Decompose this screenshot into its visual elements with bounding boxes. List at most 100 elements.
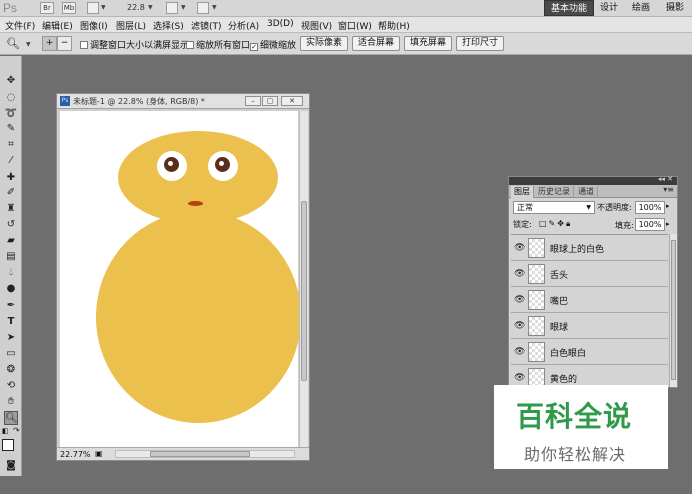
workspace-photography[interactable]: 摄影	[660, 0, 690, 16]
visibility-eye-icon[interactable]: 👁︎	[514, 243, 525, 253]
shape-tool-icon[interactable]: ▭	[4, 347, 18, 361]
chevron-down-icon[interactable]: ▼	[148, 4, 153, 11]
zoom-level-readout[interactable]: 22.8	[127, 3, 145, 12]
document-vertical-scrollbar[interactable]	[299, 111, 308, 447]
resize-windows-label: 调整窗口大小以满屏显示	[90, 41, 190, 51]
menu-analysis[interactable]: 分析(A)	[228, 19, 259, 32]
zoom-all-windows-checkbox[interactable]: 缩放所有窗口	[186, 38, 250, 51]
document-zoom-field[interactable]: 22.77%	[60, 450, 91, 459]
panel-menu-icon[interactable]: ▾≡	[663, 185, 674, 194]
healing-brush-tool-icon[interactable]: ✚	[4, 171, 18, 185]
visibility-eye-icon[interactable]: 👁︎	[514, 295, 525, 305]
chevron-down-icon[interactable]: ▼	[181, 4, 186, 11]
move-tool-icon[interactable]: ✥	[4, 74, 18, 88]
quick-select-tool-icon[interactable]: ✎	[4, 122, 18, 136]
bridge-button[interactable]: Br	[40, 2, 54, 14]
workspace-painting[interactable]: 绘画	[626, 0, 656, 16]
lock-options-icon[interactable]: □✎✥🔒︎	[539, 219, 572, 229]
opacity-field[interactable]: 100%	[635, 201, 665, 214]
collapse-panel-icon[interactable]: ◂◂ ✕	[658, 175, 673, 183]
chevron-right-icon[interactable]: ▸	[666, 202, 670, 210]
layer-row[interactable]: 👁︎ 白色眼白	[511, 339, 668, 365]
workspace-design[interactable]: 设计	[594, 0, 624, 16]
visibility-eye-icon[interactable]: 👁︎	[514, 269, 525, 279]
menu-3d[interactable]: 3D(D)	[267, 19, 294, 29]
visibility-eye-icon[interactable]: 👁︎	[514, 321, 525, 331]
layer-row[interactable]: 👁︎ 眼球上的白色	[511, 235, 668, 261]
maximize-icon[interactable]: ▢	[262, 96, 278, 106]
scrollbar-thumb[interactable]	[301, 201, 307, 381]
menu-image[interactable]: 图像(I)	[80, 19, 108, 32]
tab-layers[interactable]: 图层	[511, 186, 534, 198]
workspace-essentials[interactable]: 基本功能	[544, 0, 595, 16]
pen-tool-icon[interactable]: ✒	[4, 299, 18, 313]
foreground-color-swatch[interactable]	[2, 439, 14, 451]
blend-mode-select[interactable]: 正常 ▼	[513, 201, 595, 214]
layers-scrollbar[interactable]	[669, 234, 677, 387]
status-info-icon[interactable]: ▣	[95, 449, 103, 458]
type-tool-icon[interactable]: T	[4, 315, 18, 329]
layer-row[interactable]: 👁︎ 眼球	[511, 313, 668, 339]
chevron-right-icon[interactable]: ▸	[666, 220, 670, 228]
brush-tool-icon[interactable]: ✐	[4, 186, 18, 200]
resize-windows-checkbox[interactable]: 调整窗口大小以满屏显示	[80, 38, 189, 51]
path-selection-tool-icon[interactable]: ➤	[4, 331, 18, 345]
zoom-tool-icon[interactable]: 🔍︎	[4, 411, 18, 425]
scrollbar-thumb[interactable]	[671, 240, 676, 380]
menu-help[interactable]: 帮助(H)	[378, 19, 410, 32]
fill-screen-button[interactable]: 填充屏幕	[404, 36, 453, 51]
swap-colors-icon[interactable]: ↷	[13, 426, 20, 435]
tab-history[interactable]: 历史记录	[535, 186, 574, 198]
zoom-out-icon[interactable]: −	[57, 36, 72, 51]
gradient-tool-icon[interactable]: ▤	[4, 250, 18, 264]
zoom-tool-preset-icon[interactable]: 🔍︎	[6, 37, 20, 50]
crop-tool-icon[interactable]: ⌗	[4, 138, 18, 152]
minibridge-button[interactable]: Mb	[62, 2, 76, 14]
document-canvas[interactable]	[60, 111, 301, 447]
default-colors-icon[interactable]: ◧	[2, 427, 9, 435]
3d-rotate-tool-icon[interactable]: ❂	[4, 363, 18, 377]
scrollbar-thumb[interactable]	[150, 451, 250, 457]
menu-layer[interactable]: 图层(L)	[116, 19, 146, 32]
quick-mask-icon[interactable]: ◙	[4, 459, 18, 473]
layer-row[interactable]: 👁︎ 嘴巴	[511, 287, 668, 313]
tab-channels[interactable]: 通道	[575, 186, 598, 198]
blur-tool-icon[interactable]: 💧︎	[4, 266, 18, 280]
lasso-tool-icon[interactable]: ➰	[4, 107, 18, 121]
minimize-icon[interactable]: –	[245, 96, 261, 106]
menu-view[interactable]: 视图(V)	[301, 19, 332, 32]
document-horizontal-scrollbar[interactable]	[115, 450, 295, 458]
menu-edit[interactable]: 编辑(E)	[42, 19, 73, 32]
screen-mode-icon[interactable]	[197, 2, 209, 14]
layer-name: 舌头	[550, 271, 569, 281]
hand-tool-icon[interactable]: ✋︎	[4, 395, 18, 409]
zoom-in-icon[interactable]: +	[42, 36, 57, 51]
dodge-tool-icon[interactable]: ●	[4, 282, 18, 296]
arrange-documents-icon[interactable]	[166, 2, 178, 14]
layer-row[interactable]: 👁︎ 舌头	[511, 261, 668, 287]
history-brush-tool-icon[interactable]: ↺	[4, 218, 18, 232]
fill-field[interactable]: 100%	[635, 218, 665, 231]
view-extras-icon[interactable]	[87, 2, 99, 14]
menu-select[interactable]: 选择(S)	[153, 19, 184, 32]
scrubby-zoom-checkbox[interactable]: ✓ 细微缩放	[250, 38, 296, 51]
document-titlebar[interactable]: Ps 未标题-1 @ 22.8% (身体, RGB/8) * – ▢ ✕	[57, 94, 309, 109]
marquee-tool-icon[interactable]: ◌	[4, 91, 18, 105]
clone-stamp-tool-icon[interactable]: ♜	[4, 202, 18, 216]
visibility-eye-icon[interactable]: 👁︎	[514, 373, 525, 383]
chevron-down-icon[interactable]: ▼	[101, 4, 106, 11]
print-size-button[interactable]: 打印尺寸	[456, 36, 505, 51]
chevron-down-icon[interactable]: ▼	[26, 41, 31, 48]
menu-file[interactable]: 文件(F)	[5, 19, 35, 32]
menu-window[interactable]: 窗口(W)	[338, 19, 372, 32]
close-icon[interactable]: ✕	[281, 96, 303, 106]
actual-pixels-button[interactable]: 实际像素	[300, 36, 349, 51]
3d-orbit-tool-icon[interactable]: ⟲	[4, 379, 18, 393]
panel-header-strip[interactable]: ◂◂ ✕	[509, 175, 677, 185]
fit-screen-button[interactable]: 适合屏幕	[352, 36, 401, 51]
menu-filter[interactable]: 滤镜(T)	[191, 19, 222, 32]
visibility-eye-icon[interactable]: 👁︎	[514, 347, 525, 357]
eyedropper-tool-icon[interactable]: ⁄	[4, 154, 18, 168]
eraser-tool-icon[interactable]: ▰	[4, 234, 18, 248]
chevron-down-icon[interactable]: ▼	[212, 4, 217, 11]
